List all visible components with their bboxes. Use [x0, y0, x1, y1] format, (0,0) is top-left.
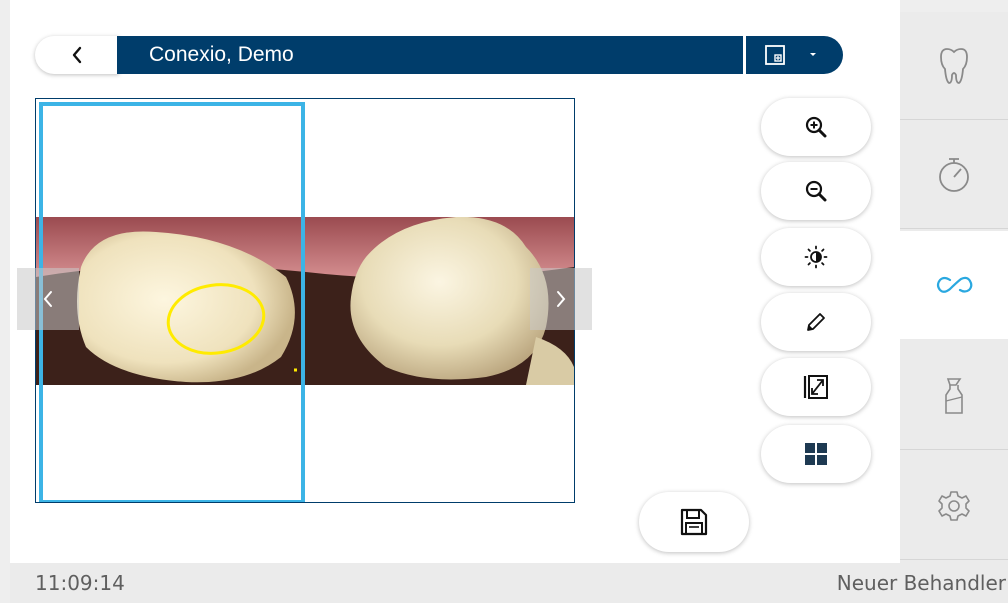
settings-gear-icon — [938, 490, 970, 521]
previous-image-button[interactable] — [17, 268, 79, 330]
chevron-right-icon — [557, 291, 566, 307]
right-sidebar — [899, 12, 1008, 563]
patient-name: Conexio, Demo — [149, 43, 294, 66]
current-user[interactable]: Neuer Behandler — [837, 571, 1008, 595]
grid-layout-icon — [805, 443, 827, 465]
chevron-left-icon — [72, 46, 82, 64]
brightness-icon — [804, 245, 828, 269]
patient-title-bar: Conexio, Demo — [117, 36, 743, 74]
sidebar-item-timer[interactable] — [900, 121, 1008, 229]
zoom-in-icon — [805, 116, 827, 138]
save-button[interactable] — [639, 492, 749, 552]
next-image-button[interactable] — [530, 268, 592, 330]
caret-down-icon — [810, 53, 816, 56]
grid-layout-button[interactable] — [761, 425, 871, 483]
save-floppy-icon — [680, 508, 708, 536]
intraoral-camera-icon — [936, 276, 972, 293]
pen-icon — [807, 313, 825, 331]
tooth-icon — [940, 47, 968, 84]
header-bar: Conexio, Demo — [35, 36, 843, 74]
zoom-in-button[interactable] — [761, 98, 871, 156]
sidebar-item-settings[interactable] — [900, 452, 1008, 560]
timer-icon — [939, 157, 969, 192]
back-button[interactable] — [35, 36, 119, 74]
clock-time: 11:09:14 — [35, 571, 125, 595]
fit-to-screen-icon — [803, 375, 828, 399]
draw-button[interactable] — [761, 293, 871, 351]
zoom-out-button[interactable] — [761, 162, 871, 220]
sidebar-item-intraoral-camera[interactable] — [899, 231, 1008, 339]
sidebar-item-teeth[interactable] — [900, 12, 1008, 120]
brightness-button[interactable] — [761, 228, 871, 286]
spray-bottle-icon — [945, 377, 963, 414]
add-frame-icon — [765, 45, 785, 65]
image-viewer — [35, 98, 575, 503]
chevron-left-icon — [43, 291, 52, 307]
status-bar: 11:09:14 Neuer Behandler — [10, 563, 1008, 603]
zoom-out-icon — [805, 180, 827, 202]
sidebar-item-hygiene[interactable] — [900, 342, 1008, 450]
layout-dropdown-button[interactable] — [744, 36, 843, 74]
fit-to-screen-button[interactable] — [761, 358, 871, 416]
